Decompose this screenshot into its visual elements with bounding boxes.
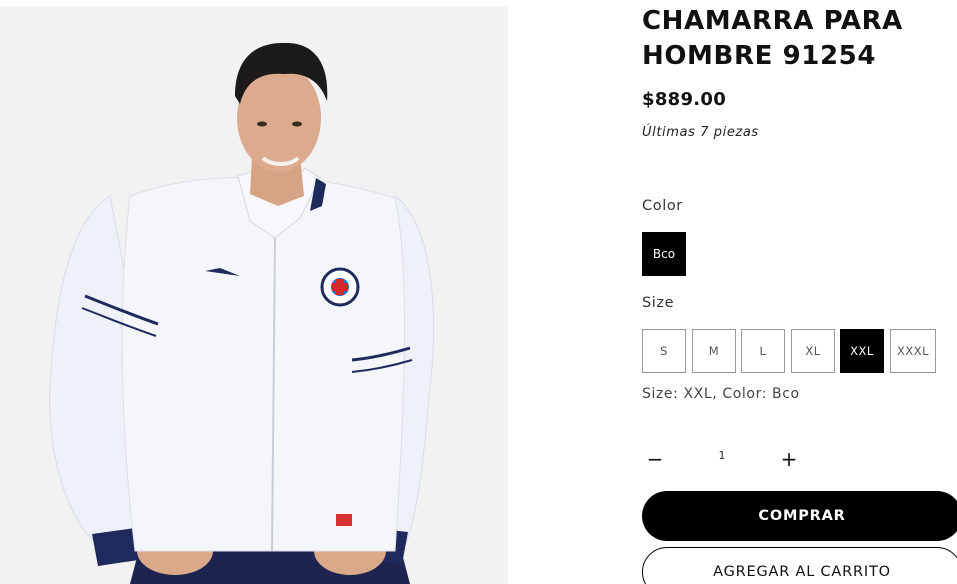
color-option-bco[interactable]: Bco: [642, 232, 686, 276]
size-option-xxl[interactable]: XXL: [840, 329, 884, 373]
quantity-stepper: − +: [642, 444, 812, 476]
quantity-input[interactable]: [702, 450, 742, 462]
product-price: $889.00: [642, 89, 727, 110]
selection-summary: Size: XXL, Color: Bco: [642, 386, 800, 402]
size-option-xxxl[interactable]: XXXL: [890, 329, 936, 373]
add-to-cart-button[interactable]: AGREGAR AL CARRITO: [642, 547, 957, 584]
size-option-l[interactable]: L: [741, 329, 785, 373]
jacket-model-illustration: [0, 6, 508, 584]
product-title: CHAMARRA PARA HOMBRE 91254: [642, 6, 903, 71]
color-label: Color: [642, 198, 683, 214]
decrease-quantity-button[interactable]: −: [642, 444, 668, 474]
size-option-s[interactable]: S: [642, 329, 686, 373]
buy-button[interactable]: COMPRAR: [642, 491, 957, 541]
size-option-xl[interactable]: XL: [791, 329, 835, 373]
increase-quantity-button[interactable]: +: [776, 444, 802, 474]
size-label: Size: [642, 295, 675, 311]
stock-note: Últimas 7 piezas: [642, 125, 759, 140]
product-image[interactable]: [0, 6, 508, 584]
size-option-m[interactable]: M: [692, 329, 736, 373]
